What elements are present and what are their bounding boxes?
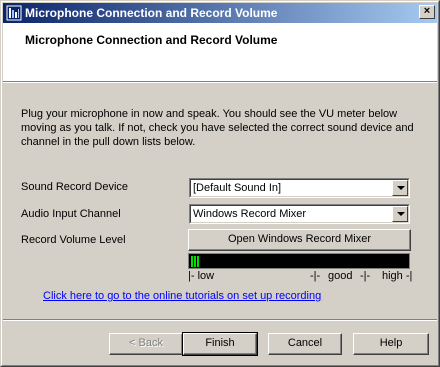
chevron-down-icon[interactable]	[392, 180, 408, 196]
vu-scale-low: |- low	[188, 270, 215, 282]
header-divider	[3, 81, 437, 83]
vu-meter	[188, 253, 410, 269]
help-button-label: Help	[379, 337, 403, 349]
back-button-label: < Back	[129, 337, 163, 349]
sound-device-select[interactable]: [Default Sound In]	[189, 178, 410, 198]
footer-divider	[3, 319, 437, 321]
vu-level-bar	[197, 256, 199, 267]
open-record-mixer-label: Open Windows Record Mixer	[227, 233, 372, 245]
title-bar[interactable]: Microphone Connection and Record Volume …	[3, 3, 437, 23]
app-icon	[6, 5, 22, 21]
vu-level-bar	[194, 256, 196, 267]
chevron-down-icon[interactable]	[392, 206, 408, 222]
open-record-mixer-button[interactable]: Open Windows Record Mixer	[188, 229, 411, 251]
vu-scale-high: high -|	[382, 270, 413, 282]
record-volume-label: Record Volume Level	[21, 234, 126, 246]
page-title: Microphone Connection and Record Volume	[25, 33, 278, 47]
close-icon[interactable]: ×	[419, 5, 435, 19]
cancel-button[interactable]: Cancel	[268, 333, 342, 355]
input-channel-select[interactable]: Windows Record Mixer	[189, 204, 410, 224]
wizard-header: Microphone Connection and Record Volume	[3, 23, 437, 81]
input-channel-label: Audio Input Channel	[21, 208, 121, 220]
sound-device-value: [Default Sound In]	[193, 182, 282, 194]
finish-button[interactable]: Finish	[182, 332, 258, 356]
dialog-window: Microphone Connection and Record Volume …	[0, 0, 440, 367]
finish-button-label: Finish	[205, 337, 235, 349]
vu-level-bar	[191, 256, 193, 267]
input-channel-value: Windows Record Mixer	[193, 208, 307, 220]
back-button[interactable]: < Back	[109, 333, 183, 355]
vu-scale-good: good	[328, 270, 353, 282]
help-button[interactable]: Help	[353, 333, 429, 355]
instructions-text: Plug your microphone in now and speak. Y…	[21, 108, 414, 148]
window-title: Microphone Connection and Record Volume	[25, 6, 278, 20]
vu-scale-mark: -|-	[310, 270, 321, 282]
vu-scale-mark: -|-	[360, 270, 371, 282]
online-tutorials-link[interactable]: Click here to go to the online tutorials…	[43, 290, 321, 302]
cancel-button-label: Cancel	[287, 337, 323, 349]
sound-device-label: Sound Record Device	[21, 181, 129, 193]
